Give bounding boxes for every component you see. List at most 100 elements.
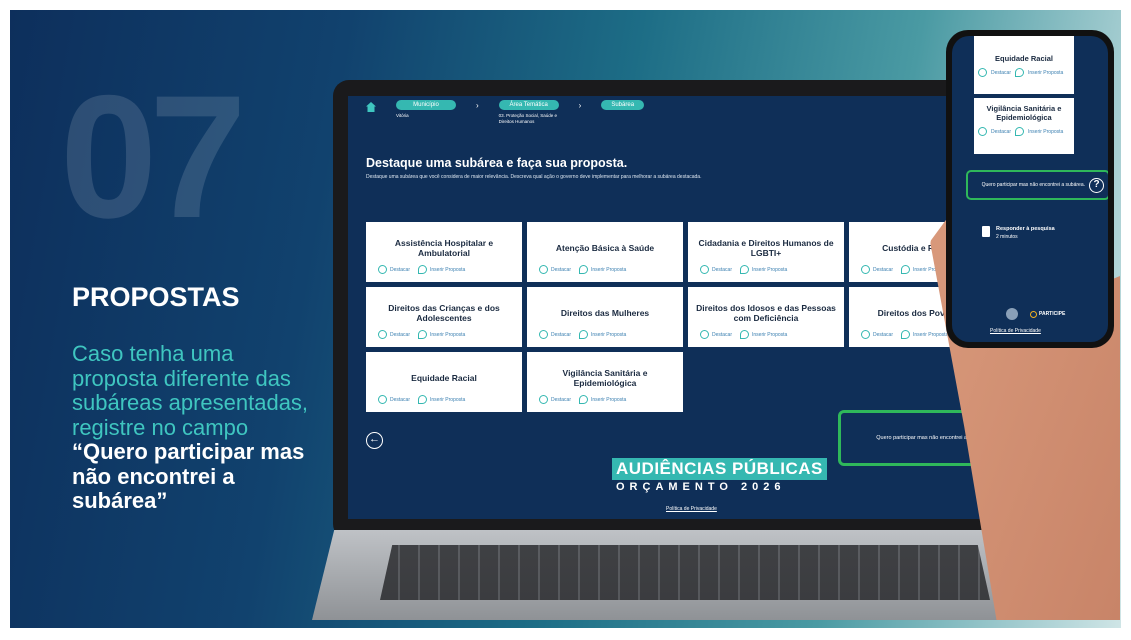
chat-bubble-icon <box>579 265 589 274</box>
propose-button[interactable]: Inserir Proposta <box>418 330 465 339</box>
subarea-card[interactable]: Cidadania e Direitos Humanos de LGBTI+ D… <box>688 222 844 282</box>
propose-button[interactable]: Inserir Proposta <box>418 395 465 404</box>
chat-bubble-icon <box>901 330 911 339</box>
highlight-button[interactable]: Destacar <box>861 330 893 339</box>
breadcrumb-sub: 03. Proteção Social, Saúde e Direitos Hu… <box>498 113 557 124</box>
breadcrumb-pill[interactable]: Subárea <box>601 100 645 110</box>
card-title: Vigilância Sanitária e Epidemiológica <box>986 104 1062 122</box>
seal-icon <box>1006 308 1018 320</box>
radio-icon[interactable] <box>978 68 987 77</box>
card-title: Atenção Básica à Saúde <box>555 242 655 253</box>
privacy-link[interactable]: Política de Privacidade <box>666 506 717 512</box>
card-title: Vigilância Sanitária e Epidemiológica <box>562 367 648 388</box>
subarea-card[interactable]: Direitos das Mulheres Destacar Inserir Pr… <box>527 287 683 347</box>
highlight-button[interactable]: Destacar <box>539 330 571 339</box>
radio-icon <box>539 395 548 404</box>
phone-frame: Equidade Racial Destacar Inserir Proposta… <box>946 30 1114 348</box>
logo-audiencias: AUDIÊNCIAS PÚBLICAS <box>612 458 827 480</box>
radio-icon <box>539 330 548 339</box>
subarea-card[interactable]: Atenção Básica à Saúde Destacar Inserir P… <box>527 222 683 282</box>
phone-subarea-card[interactable]: Vigilância Sanitária e Epidemiológica De… <box>974 98 1074 154</box>
slide-number: 07 <box>60 60 247 255</box>
clipboard-icon <box>982 226 990 237</box>
chat-bubble-icon[interactable] <box>1015 68 1025 77</box>
radio-icon <box>539 265 548 274</box>
question-icon: ? <box>1089 177 1104 193</box>
subarea-grid: Assistência Hospitalar e Ambulatorial De… <box>366 222 1005 412</box>
chat-bubble-icon <box>418 330 428 339</box>
subarea-card[interactable]: Direitos dos Idosos e das Pessoas com De… <box>688 287 844 347</box>
home-icon[interactable] <box>366 102 376 112</box>
breadcrumb-pill[interactable]: Área Temática <box>498 100 559 110</box>
highlight-button[interactable]: Destacar <box>378 330 410 339</box>
card-title: Direitos dos Idosos e das Pessoas com De… <box>696 302 836 323</box>
propose-button[interactable]: Inserir Proposta <box>579 395 626 404</box>
radio-icon <box>378 330 387 339</box>
highlight-button[interactable]: Destacar <box>861 265 893 274</box>
chat-bubble-icon <box>579 395 589 404</box>
radio-icon[interactable] <box>978 127 987 136</box>
radio-icon <box>378 265 387 274</box>
slide-title: PROPOSTAS <box>72 282 240 312</box>
chat-bubble-icon <box>901 265 911 274</box>
phone-screen: Equidade Racial Destacar Inserir Proposta… <box>952 36 1108 342</box>
breadcrumb: Município Vitória › Área Temática 03. Pr… <box>366 100 645 125</box>
highlight-label: Destacar <box>991 69 1012 76</box>
card-title: Assistência Hospitalar e Ambulatorial <box>394 237 494 258</box>
card-title: Equidade Racial <box>995 54 1053 63</box>
propose-button[interactable]: Inserir Proposta <box>418 265 465 274</box>
breadcrumb-item-municipio[interactable]: Município Vitória <box>396 100 456 119</box>
phone-privacy-link[interactable]: Política de Privacidade <box>990 328 1041 334</box>
footer-logos: PARTICIPE <box>970 308 1065 320</box>
laptop-keyboard <box>380 545 990 600</box>
propose-button[interactable]: Inserir Proposta <box>740 330 787 339</box>
propose-label: Inserir Proposta <box>1028 69 1064 76</box>
highlight-button[interactable]: Destacar <box>378 395 410 404</box>
survey-title: Responder à pesquisa <box>996 226 1055 232</box>
slide-body-text: Caso tenha uma proposta diferente das su… <box>72 341 309 440</box>
subarea-card[interactable]: Direitos das Crianças e dos Adolescentes… <box>366 287 522 347</box>
subarea-card[interactable]: Equidade Racial Destacar Inserir Proposta <box>366 352 522 412</box>
propose-button[interactable]: Inserir Proposta <box>901 330 948 339</box>
survey-time: 2 minutos <box>996 234 1018 240</box>
logo-orcamento: ORÇAMENTO 2026 <box>616 481 786 493</box>
breadcrumb-item-subarea[interactable]: Subárea <box>601 100 645 110</box>
location-pin-icon <box>1030 310 1037 318</box>
propose-button[interactable]: Inserir Proposta <box>740 265 787 274</box>
highlight-button[interactable]: Destacar <box>539 395 571 404</box>
chat-bubble-icon <box>579 330 589 339</box>
slide-body: Caso tenha uma proposta diferente das su… <box>72 341 312 514</box>
chat-bubble-icon <box>740 265 750 274</box>
radio-icon <box>861 265 870 274</box>
breadcrumb-item-area[interactable]: Área Temática 03. Proteção Social, Saúde… <box>498 100 559 125</box>
card-title: Equidade Racial <box>411 372 477 383</box>
propose-button[interactable]: Inserir Proposta <box>579 265 626 274</box>
page-description: Destaque uma subárea que você considera … <box>366 174 702 180</box>
card-title: Direitos das Mulheres <box>560 307 650 318</box>
chat-bubble-icon <box>740 330 750 339</box>
phone-quero-participar-button[interactable]: Quero participar mas não encontrei a sub… <box>966 170 1108 200</box>
phone-subarea-card[interactable]: Equidade Racial Destacar Inserir Proposta <box>974 36 1074 94</box>
highlight-button[interactable]: Destacar <box>700 265 732 274</box>
subarea-card[interactable]: Vigilância Sanitária e Epidemiológica De… <box>527 352 683 412</box>
highlight-button[interactable]: Destacar <box>539 265 571 274</box>
laptop-screen: Município Vitória › Área Temática 03. Pr… <box>348 96 1018 519</box>
highlight-button[interactable]: Destacar <box>700 330 732 339</box>
chat-bubble-icon <box>418 265 428 274</box>
radio-icon <box>861 330 870 339</box>
participe-logo: PARTICIPE <box>1030 310 1065 318</box>
propose-button[interactable]: Inserir Proposta <box>579 330 626 339</box>
radio-icon <box>700 330 709 339</box>
quero-participar-label: Quero participar mas não encontrei a sub… <box>981 182 1085 188</box>
survey-link[interactable]: Responder à pesquisa 2 minutos <box>982 226 1055 240</box>
chat-bubble-icon[interactable] <box>1015 127 1025 136</box>
propose-label: Inserir Proposta <box>1028 128 1064 135</box>
subarea-card[interactable]: Assistência Hospitalar e Ambulatorial De… <box>366 222 522 282</box>
card-title: Cidadania e Direitos Humanos de LGBTI+ <box>698 237 834 258</box>
breadcrumb-pill[interactable]: Município <box>396 100 456 110</box>
back-arrow-icon[interactable]: ← <box>366 432 383 449</box>
radio-icon <box>700 265 709 274</box>
radio-icon <box>378 395 387 404</box>
chevron-right-icon: › <box>578 101 582 110</box>
highlight-button[interactable]: Destacar <box>378 265 410 274</box>
